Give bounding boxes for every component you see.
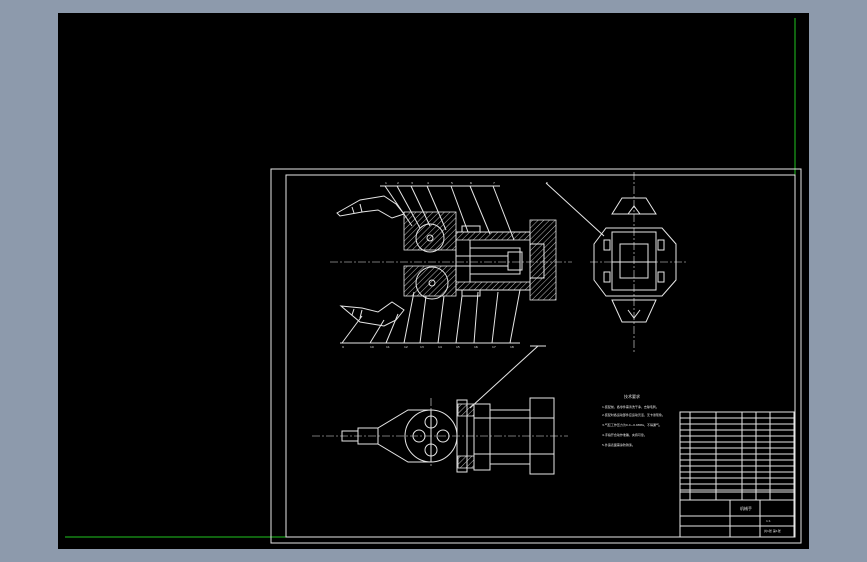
tech-note-1: 1.装配前，各零件需清洗干净，去除毛刺。 [602,404,659,409]
part-labels-top: 1 2 3 4 5 6 7 8 [385,181,548,185]
part-label-bottom: 10 [370,345,374,349]
tech-note-4: 4.手指开合动作准确，夹持可靠。 [602,432,647,437]
part-label-top: 5 [451,181,453,185]
part-label-bottom: 11 [386,345,390,349]
title-block: 机械手 1:1 共1张 第1张 [679,411,795,538]
gripper-top-view [312,345,568,475]
part-label-bottom: 18 [510,345,514,349]
gripper-section-view [330,182,605,344]
part-label-bottom: 13 [420,345,424,349]
tech-note-5: 5.外露表面需涂防锈漆。 [602,442,635,447]
part-label-bottom: 16 [474,345,478,349]
tech-note-2: 2.装配时各运动部件应运动灵活，无卡滞现象。 [602,412,665,417]
tech-title: 技术要求 [624,393,640,399]
part-labels-bottom: 9 10 11 12 13 14 15 16 17 18 [342,345,514,349]
title-block-sheet: 共1张 第1张 [764,528,781,533]
title-block-name: 机械手 [740,505,752,511]
part-label-top: 1 [385,181,387,185]
part-label-bottom: 9 [342,345,344,349]
drawing-svg: 技术要求 1.装配前，各零件需清洗干净，去除毛刺。 2.装配时各运动部件应运动灵… [65,18,802,544]
part-label-top: 6 [470,181,472,185]
part-label-bottom: 17 [492,345,496,349]
tech-note-3: 3.气缸工作压力为0.4~0.6MPa，不得漏气。 [602,422,662,427]
technical-requirements: 技术要求 1.装配前，各零件需清洗干净，去除毛刺。 2.装配时各运动部件应运动灵… [602,393,665,447]
part-label-bottom: 15 [456,345,460,349]
cad-viewer: 技术要求 1.装配前，各零件需清洗干净，去除毛刺。 2.装配时各运动部件应运动灵… [0,0,867,562]
part-label-top: 2 [397,181,399,185]
part-label-bottom: 12 [404,345,408,349]
part-label-top: 7 [493,181,495,185]
title-block-scale: 1:1 [766,519,771,523]
gripper-side-view [590,172,688,352]
part-label-top: 8 [546,181,548,185]
part-label-bottom: 14 [438,345,442,349]
part-label-top: 4 [427,181,429,185]
part-label-top: 3 [411,181,413,185]
